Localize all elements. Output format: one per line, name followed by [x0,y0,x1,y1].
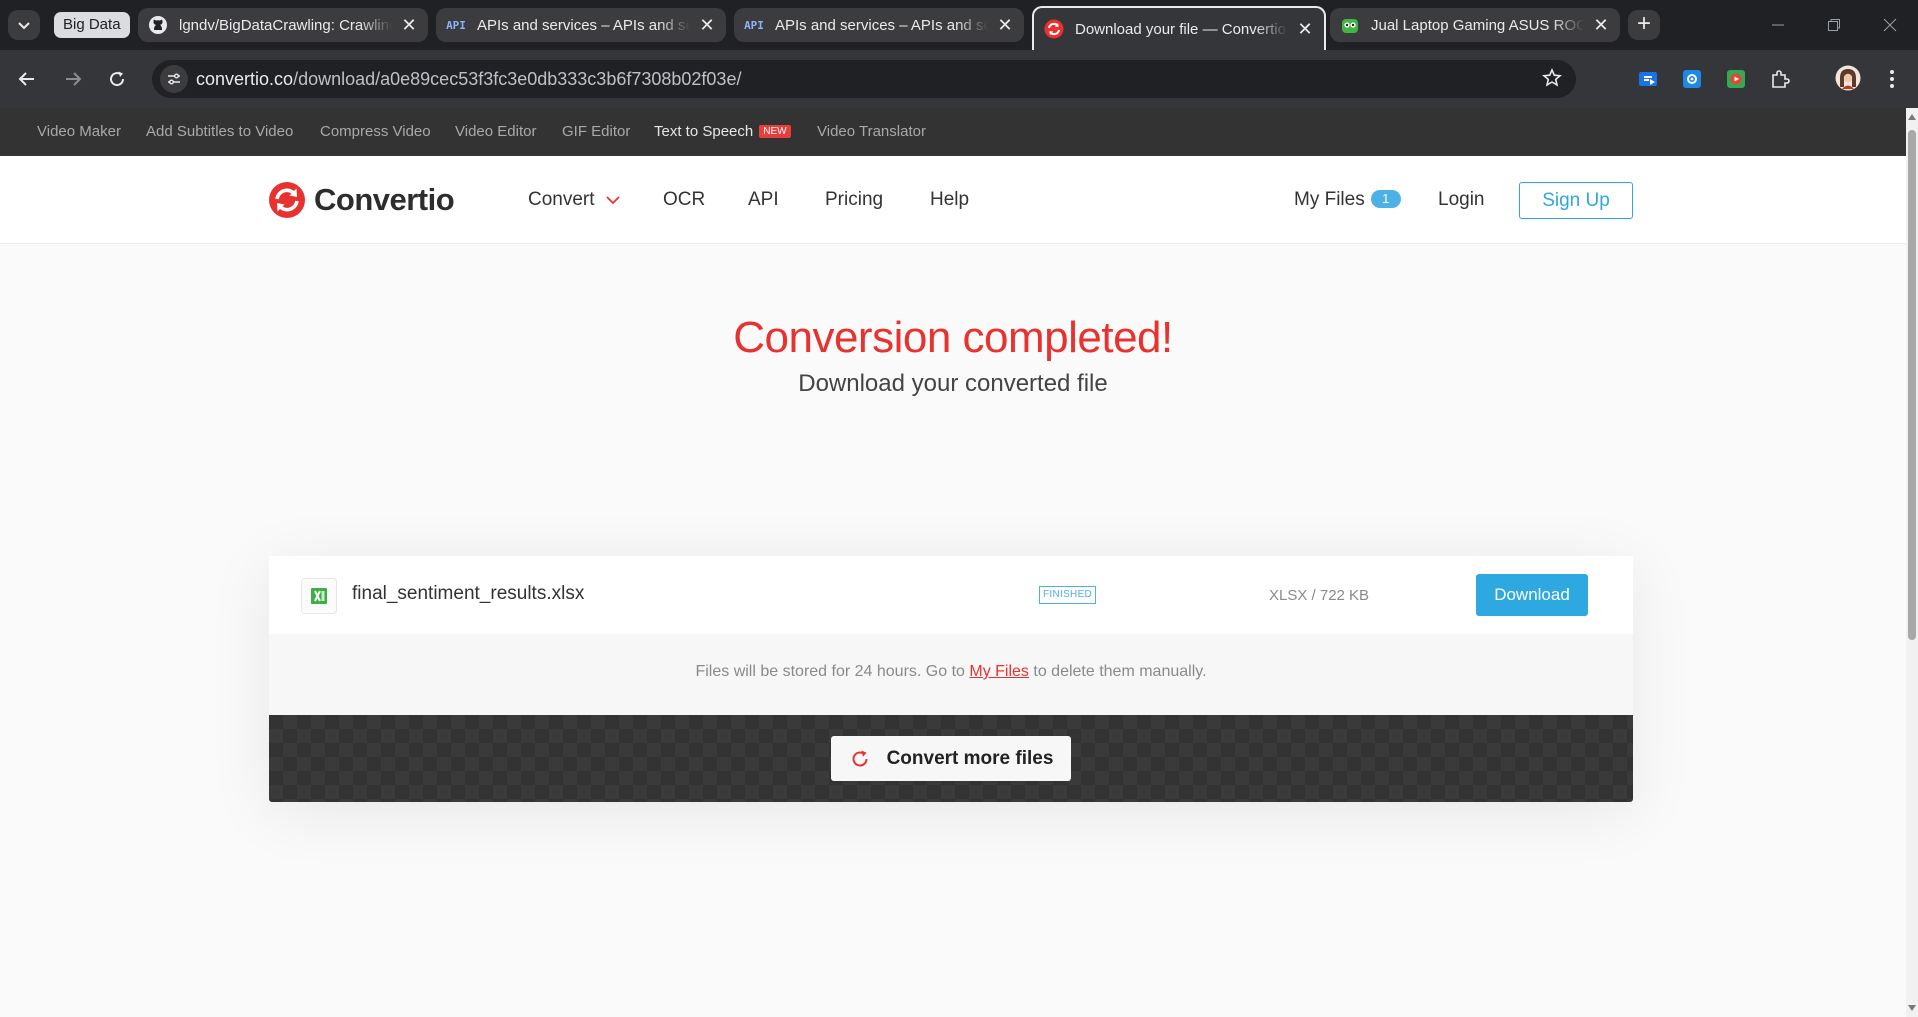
file-name: final_sentiment_results.xlsx [352,583,585,604]
reload-button[interactable] [100,62,134,96]
nav-convert[interactable]: Convert [528,189,620,211]
tab-apis-2[interactable]: API APIs and services – APIs and service… [734,8,1024,42]
chevron-down-icon [606,196,620,205]
page-title: Conversion completed! [733,313,1173,362]
nav-my-files[interactable]: My Files 1 [1294,189,1401,211]
bookmark-star-icon[interactable] [1542,68,1562,93]
browser-toolbar: convertio.co/download/a0e89cec53f3fc3e0d… [0,50,1918,108]
page-subtitle: Download your converted file [798,370,1108,397]
back-button[interactable] [10,62,44,96]
profile-avatar[interactable] [1834,64,1862,92]
my-files-link[interactable]: My Files [969,663,1029,680]
tab-search-button[interactable] [8,10,40,40]
subnav-compress-video[interactable]: Compress Video [320,123,431,140]
subnav-video-translator[interactable]: Video Translator [817,123,926,140]
browser-menu-icon[interactable] [1880,67,1904,91]
tab-title: APIs and services – APIs and services [477,16,690,34]
close-tab-icon[interactable]: ✕ [698,15,716,36]
download-card: final_sentiment_results.xlsx FINISHED XL… [269,556,1633,802]
note-text-after: to delete them manually. [1028,663,1207,680]
nav-help[interactable]: Help [930,189,969,211]
close-tab-icon[interactable]: ✕ [996,15,1014,36]
restore-icon[interactable] [1806,0,1862,50]
arrow-right-icon [66,72,82,86]
sign-up-button[interactable]: Sign Up [1519,182,1633,219]
extension-video-icon[interactable] [1724,67,1748,91]
excel-file-icon [301,578,337,614]
file-meta: XLSX / 722 KB [1269,587,1370,604]
close-tab-icon[interactable]: ✕ [1296,19,1314,40]
forward-button[interactable] [56,62,90,96]
convertio-logo[interactable]: Convertio [268,181,455,219]
scrollbar-thumb[interactable] [1908,130,1916,640]
github-icon [148,15,168,35]
extensions-puzzle-icon[interactable] [1768,67,1792,91]
arrow-left-icon [18,72,34,86]
subnav-text-to-speech[interactable]: Text to Speech NEW [654,123,791,140]
download-button[interactable]: Download [1476,574,1588,616]
tab-title: APIs and services – APIs and services [775,16,988,34]
nav-api[interactable]: API [748,189,779,211]
api-icon: API [744,15,764,35]
tab-group-label[interactable]: Big Data [54,12,130,38]
subnav-video-maker[interactable]: Video Maker [37,123,121,140]
new-tab-button[interactable]: + [1628,10,1660,40]
note-text-before: Files will be stored for 24 hours. Go to [695,663,970,680]
tab-title: Jual Laptop Gaming ASUS ROG [1371,16,1584,34]
my-files-count-badge: 1 [1370,190,1401,208]
browser-tab-bar: Big Data lgndv/BigDataCrawling: Crawling… [0,0,1918,50]
tokopedia-icon [1340,15,1360,35]
nav-convert-label: Convert [528,189,595,210]
storage-note: Files will be stored for 24 hours. Go to… [269,663,1633,681]
tab-github[interactable]: lgndv/BigDataCrawling: Crawling ✕ [138,8,428,42]
extension-gear-icon[interactable] [1680,67,1704,91]
nav-ocr[interactable]: OCR [663,189,705,211]
minimize-icon[interactable] [1750,0,1806,50]
site-info-icon[interactable] [160,65,188,93]
subnav-video-editor[interactable]: Video Editor [455,123,536,140]
url-text: convertio.co/download/a0e89cec53f3fc3e0d… [196,69,741,90]
tab-title: Download your file — Convertio [1075,20,1286,38]
close-window-icon[interactable] [1862,0,1918,50]
file-row: final_sentiment_results.xlsx FINISHED XL… [269,556,1633,634]
nav-pricing[interactable]: Pricing [825,189,883,211]
api-icon: API [446,15,466,35]
api-icon-text: API [744,18,764,32]
tab-apis-1[interactable]: API APIs and services – APIs and service… [436,8,726,42]
convert-more-row: Convert more files [269,715,1633,802]
subnav-text-to-speech-label: Text to Speech [654,123,754,140]
url-host: convertio.co [196,69,294,89]
site-header: Convertio Convert OCR API Pricing Help M… [0,156,1906,244]
my-files-label: My Files [1294,189,1365,210]
close-tab-icon[interactable]: ✕ [1592,15,1610,36]
close-tab-icon[interactable]: ✕ [400,15,418,36]
api-icon-text: API [446,18,466,32]
logo-text: Convertio [314,182,455,217]
convert-more-button[interactable]: Convert more files [831,736,1071,781]
login-link[interactable]: Login [1438,189,1485,211]
page-scrollbar[interactable] [1906,108,1918,1017]
tools-navbar: Video Maker Add Subtitles to Video Compr… [0,108,1906,156]
storage-note-row: Files will be stored for 24 hours. Go to… [269,634,1633,715]
subnav-gif-editor[interactable]: GIF Editor [562,123,630,140]
url-path: /download/a0e89cec53f3fc3e0db333c3b6f730… [293,69,742,89]
new-badge: NEW [759,125,791,138]
extension-screen-icon[interactable] [1636,67,1660,91]
reload-icon [110,71,125,87]
status-badge: FINISHED [1039,586,1097,604]
scroll-down-arrow-icon[interactable] [1908,1005,1916,1011]
convertio-logo-icon [269,182,305,218]
scroll-up-arrow-icon[interactable] [1908,114,1916,120]
subnav-add-subtitles[interactable]: Add Subtitles to Video [146,123,293,140]
chevron-down-icon [18,22,30,30]
convert-more-label: Convert more files [886,747,1054,769]
tab-title: lgndv/BigDataCrawling: Crawling [179,16,392,34]
address-bar[interactable]: convertio.co/download/a0e89cec53f3fc3e0d… [152,60,1576,98]
convertio-icon [1044,19,1064,39]
refresh-icon [849,748,871,770]
tab-tokopedia[interactable]: Jual Laptop Gaming ASUS ROG ✕ [1330,8,1620,42]
tab-convertio-active[interactable]: Download your file — Convertio ✕ [1032,6,1326,50]
